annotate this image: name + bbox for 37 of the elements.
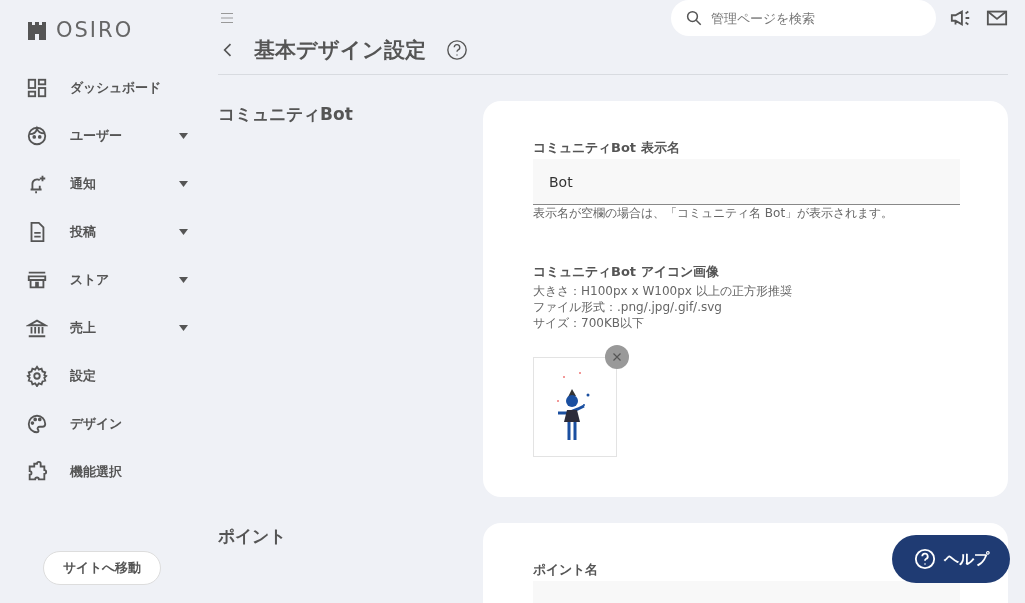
palette-icon [26,413,48,435]
help-icon [913,548,936,570]
field-hint: 表示名が空欄の場合は、「コミュニティ名 Bot」が表示されます。 [533,205,895,221]
face-icon [26,125,48,147]
sidebar-item[interactable]: ダッシュボード [26,64,200,112]
text-input-field[interactable]: Bot [533,159,960,205]
sidebar-item[interactable]: 機能選択 [26,448,200,496]
castle-logo-icon [26,19,48,41]
megaphone-icon [950,7,972,29]
sidebar-item[interactable]: 通知 [26,160,200,208]
field-label: ポイント名 [533,561,598,579]
grid-icon [26,77,48,99]
section-title: コミュニティBot [218,103,354,126]
help-icon [446,39,468,61]
search-field[interactable]: 管理ページを検索 [671,0,936,36]
search-icon [685,9,703,27]
field-label: コミュニティBot 表示名 [533,139,680,157]
store-icon [26,269,48,291]
section-title: ポイント [218,525,287,548]
sidebar-item[interactable]: 投稿 [26,208,200,256]
sidebar-item[interactable]: ユーザー [26,112,200,160]
help-button[interactable]: ヘルプ [892,535,1010,583]
requirement-note: ファイル形式：.png/.jpg/.gif/.svg [533,299,723,315]
brand-name: OSIRO [56,18,134,42]
puzzle-icon [26,461,48,483]
field-label: コミュニティBot アイコン画像 [533,263,719,281]
bank-icon [26,317,48,339]
gear-icon [26,365,48,387]
sidebar-item[interactable]: デザイン [26,400,200,448]
sidebar-item[interactable]: 売上 [26,304,200,352]
go-to-site-button[interactable]: サイトへ移動 [43,551,161,585]
sidebar-item[interactable]: 設定 [26,352,200,400]
remove-image-button[interactable] [605,345,629,369]
requirement-note: サイズ：700KB以下 [533,315,645,331]
sidebar-item[interactable]: ストア [26,256,200,304]
page-title: 基本デザイン設定 [254,37,426,64]
requirement-note: 大きさ：H100px x W100px 以上の正方形推奨 [533,283,793,299]
